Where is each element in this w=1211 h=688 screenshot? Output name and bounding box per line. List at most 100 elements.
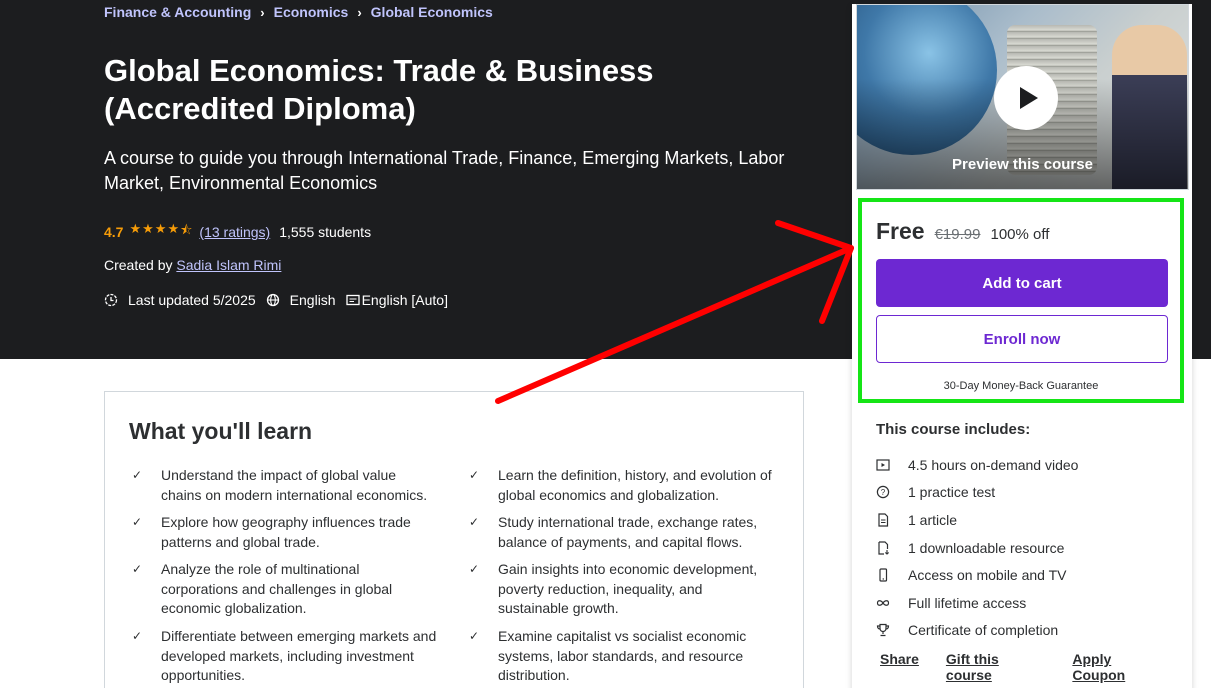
- discount-percent: 100% off: [990, 226, 1050, 243]
- money-back-guarantee: 30-Day Money-Back Guarantee: [943, 380, 1099, 392]
- ratings-count-link[interactable]: (13 ratings): [199, 224, 270, 240]
- star-rating: ★ ★ ★ ★ ⯪: [129, 221, 193, 243]
- play-button[interactable]: [994, 66, 1058, 130]
- rating-row: 4.7 ★ ★ ★ ★ ⯪ (13 ratings) 1,555 student…: [104, 221, 371, 243]
- star-icon: ★: [167, 221, 180, 236]
- captions-text: English [Auto]: [361, 292, 448, 308]
- star-icon: ★: [154, 221, 167, 236]
- price-row: Free €19.99 100% off: [876, 218, 1049, 245]
- enroll-now-button[interactable]: Enroll now: [876, 315, 1168, 363]
- course-title: Global Economics: Trade & Business (Accr…: [104, 53, 654, 126]
- learn-item-text: Understand the impact of global value ch…: [161, 467, 428, 503]
- price-box-highlight: Free €19.99 100% off Add to cart Enroll …: [858, 198, 1184, 403]
- created-by-label: Created by: [104, 257, 173, 273]
- sidebar-footer-links: Share Gift this course Apply Coupon: [880, 651, 1192, 683]
- purchase-sidebar: Preview this course Free €19.99 100% off…: [852, 4, 1192, 688]
- trophy-icon: [876, 623, 908, 637]
- include-item: Full lifetime access: [876, 589, 1078, 617]
- include-label: 1 article: [908, 511, 958, 528]
- check-icon: ✓: [469, 468, 480, 482]
- current-price: Free: [876, 218, 925, 244]
- learn-item: ✓ Examine capitalist vs socialist economi…: [466, 627, 776, 687]
- chevron-right-icon: ›: [357, 4, 362, 20]
- include-label: Access on mobile and TV: [908, 567, 1067, 584]
- check-icon: ✓: [469, 515, 480, 529]
- include-label: 1 downloadable resource: [908, 539, 1065, 556]
- download-file-icon: [876, 540, 908, 555]
- include-label: Certificate of completion: [908, 622, 1059, 639]
- includes-title: This course includes:: [876, 421, 1031, 438]
- breadcrumb-finance-accounting[interactable]: Finance & Accounting: [104, 4, 251, 20]
- check-icon: ✓: [469, 629, 480, 643]
- include-item: 1 downloadable resource: [876, 534, 1078, 562]
- learn-item-text: Examine capitalist vs socialist economic…: [498, 628, 747, 683]
- play-icon: [1019, 87, 1038, 109]
- include-label: 1 practice test: [908, 484, 996, 501]
- course-meta: Last updated 5/2025 English English [Aut…: [104, 292, 458, 308]
- breadcrumb-global-economics[interactable]: Global Economics: [371, 4, 493, 20]
- mobile-icon: [876, 568, 908, 582]
- infinity-icon: [876, 596, 908, 610]
- check-icon: ✓: [132, 515, 143, 529]
- learn-heading: What you'll learn: [129, 418, 313, 444]
- created-by: Created by Sadia Islam Rimi: [104, 257, 281, 273]
- gift-course-link[interactable]: Gift this course: [946, 651, 1045, 683]
- last-updated-text: Last updated 5/2025: [128, 292, 256, 308]
- svg-text:?: ?: [881, 488, 886, 497]
- check-icon: ✓: [469, 562, 480, 576]
- learn-item: ✓ Analyze the role of multinational corpo…: [129, 560, 439, 627]
- globe-icon: [266, 293, 279, 307]
- course-preview[interactable]: Preview this course: [856, 4, 1189, 190]
- learn-item: ✓ Differentiate between emerging markets …: [129, 627, 439, 687]
- star-icon: ★: [142, 221, 154, 236]
- rating-value: 4.7: [104, 224, 124, 240]
- share-link[interactable]: Share: [880, 651, 919, 683]
- check-icon: ✓: [132, 468, 143, 482]
- original-price: €19.99: [934, 226, 981, 243]
- alert-clock-icon: [104, 293, 118, 307]
- learn-item-text: Differentiate between emerging markets a…: [161, 628, 437, 683]
- star-icon: ★: [129, 221, 142, 236]
- learn-item: ✓ Understand the impact of global value c…: [129, 466, 439, 513]
- include-item: ? 1 practice test: [876, 479, 1078, 507]
- learn-item: ✓ Learn the definition, history, and evol…: [466, 466, 776, 513]
- what-youll-learn: What you'll learn ✓ Understand the impact…: [104, 391, 804, 688]
- include-label: Full lifetime access: [908, 594, 1027, 611]
- learn-item: ✓ Explore how geography influences trade …: [129, 513, 439, 560]
- apply-coupon-link[interactable]: Apply Coupon: [1072, 651, 1165, 683]
- course-subtitle: A course to guide you through Internatio…: [104, 148, 785, 193]
- learn-item-text: Learn the definition, history, and evolu…: [498, 467, 772, 503]
- learn-item-text: Gain insights into economic development,…: [498, 561, 758, 616]
- chevron-right-icon: ›: [260, 4, 265, 20]
- learn-item-text: Study international trade, exchange rate…: [498, 514, 758, 550]
- include-item: Access on mobile and TV: [876, 561, 1078, 589]
- learn-item-text: Explore how geography influences trade p…: [161, 514, 411, 550]
- article-icon: [876, 513, 908, 527]
- learn-column-left: ✓ Understand the impact of global value c…: [129, 466, 439, 687]
- students-count: 1,555 students: [279, 224, 372, 240]
- language-text: English: [289, 292, 336, 308]
- preview-label[interactable]: Preview this course: [857, 156, 1188, 173]
- question-icon: ?: [876, 485, 908, 499]
- star-half-icon: ⯪: [180, 222, 193, 237]
- include-item: Certificate of completion: [876, 617, 1078, 645]
- includes-list: 4.5 hours on-demand video ? 1 practice t…: [876, 451, 1078, 644]
- language: English: [266, 292, 336, 308]
- include-item: 1 article: [876, 506, 1078, 534]
- include-item: 4.5 hours on-demand video: [876, 451, 1078, 479]
- breadcrumb: Finance & Accounting › Economics › Globa…: [104, 4, 493, 20]
- captions: English [Auto]: [345, 292, 448, 308]
- learn-item-text: Analyze the role of multinational corpor…: [161, 561, 393, 616]
- learn-column-right: ✓ Learn the definition, history, and evol…: [466, 466, 776, 687]
- last-updated: Last updated 5/2025: [104, 292, 256, 308]
- check-icon: ✓: [132, 562, 143, 576]
- learn-item: ✓ Study international trade, exchange rat…: [466, 513, 776, 560]
- author-link[interactable]: Sadia Islam Rimi: [176, 257, 281, 273]
- video-icon: [876, 458, 908, 472]
- learn-item: ✓ Gain insights into economic development…: [466, 560, 776, 627]
- check-icon: ✓: [132, 629, 143, 643]
- add-to-cart-button[interactable]: Add to cart: [876, 259, 1168, 307]
- breadcrumb-economics[interactable]: Economics: [274, 4, 349, 20]
- captions-icon: [345, 294, 360, 306]
- include-label: 4.5 hours on-demand video: [908, 456, 1079, 473]
